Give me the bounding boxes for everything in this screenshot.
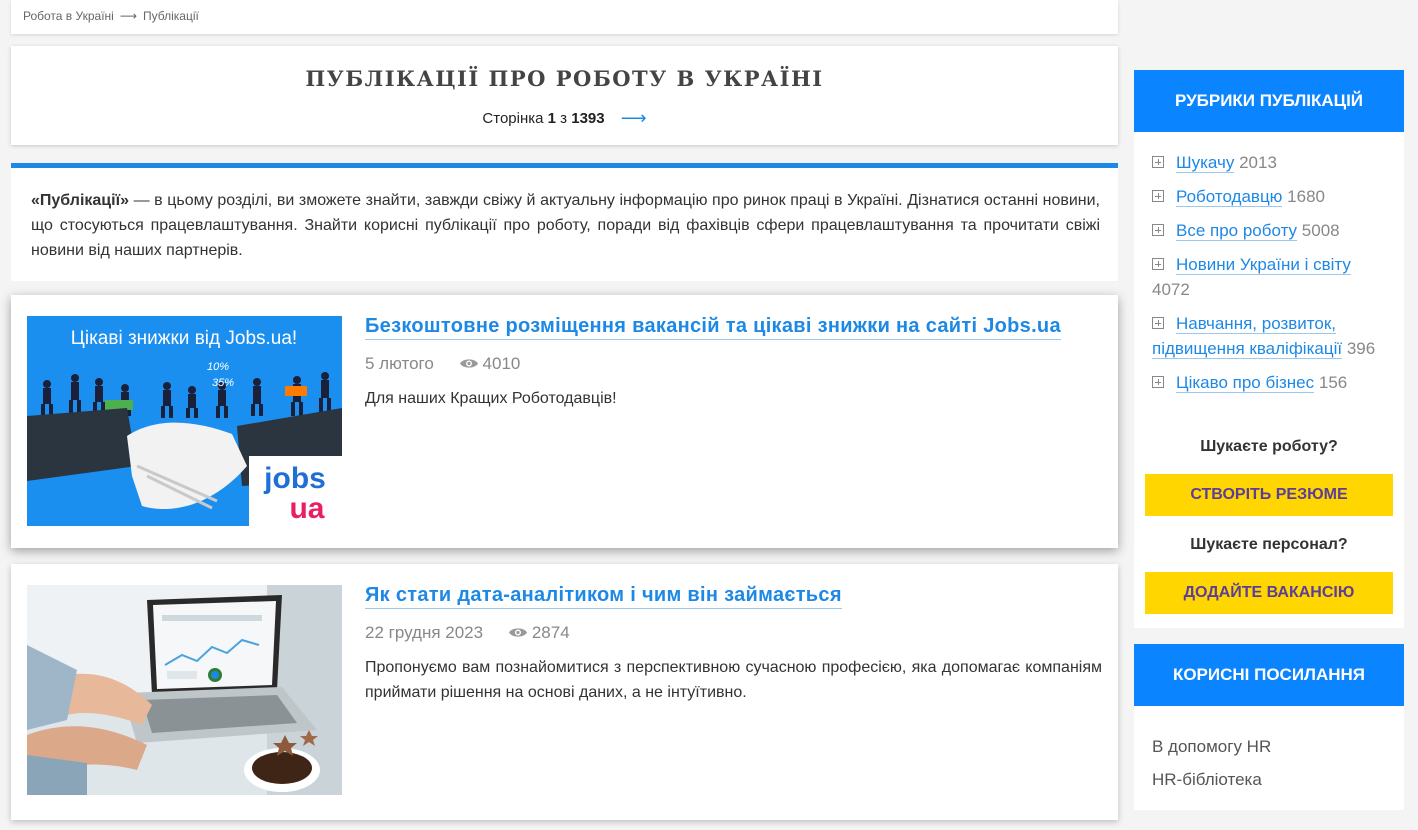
article-views-count: 4010	[482, 354, 521, 373]
rubric-count: 5008	[1301, 221, 1340, 240]
eye-icon	[508, 628, 527, 637]
page-header: ПУБЛІКАЦІЇ ПРО РОБОТУ В УКРАЇНІ Сторінка…	[11, 46, 1118, 145]
rubrics-header: РУБРИКИ ПУБЛІКАЦІЙ	[1134, 70, 1404, 132]
rubric-item: Цікаво про бізнес 156	[1152, 370, 1386, 395]
plus-square-icon[interactable]	[1152, 376, 1164, 388]
article-thumbnail[interactable]	[27, 585, 342, 795]
article-excerpt: Для наших Кращих Роботодавців!	[365, 390, 617, 407]
plus-square-icon[interactable]	[1152, 156, 1164, 168]
pager-of: з	[560, 110, 568, 127]
rubrics-list: Шукачу 2013 Роботодавцю 1680 Все про роб…	[1134, 132, 1404, 418]
article-views: 2874	[508, 623, 570, 642]
article-card: Цікаві знижки від Jobs.ua! 10% 35% jobs …	[11, 295, 1118, 548]
plus-square-icon[interactable]	[1152, 190, 1164, 202]
article-thumbnail[interactable]: Цікаві знижки від Jobs.ua! 10% 35% jobs …	[27, 316, 342, 526]
plus-square-icon[interactable]	[1152, 224, 1164, 236]
thumb-headline: Цікаві знижки від Jobs.ua!	[71, 328, 297, 349]
article-meta: 5 лютого 4010	[365, 354, 1102, 374]
links-header: КОРИСНІ ПОСИЛАННЯ	[1134, 644, 1404, 706]
article-excerpt: Пропонуємо вам познайомитися з перспекти…	[365, 659, 1102, 701]
intro-body: — в цьому розділі, ви зможете знайти, за…	[31, 192, 1100, 259]
breadcrumb: Робота в Україні ⟶ Публікації	[11, 0, 1118, 34]
add-vacancy-button[interactable]: ДОДАЙТЕ ВАКАНСІЮ	[1145, 572, 1393, 614]
breadcrumb-home-link[interactable]: Робота в Україні	[23, 9, 114, 23]
rubric-link-robotodavtsyu[interactable]: Роботодавцю	[1176, 187, 1283, 207]
create-resume-button[interactable]: СТВОРІТЬ РЕЗЮМЕ	[1145, 474, 1393, 516]
thumb-badge-35: 35%	[212, 377, 234, 389]
intro-text: «Публікації» — в цьому розділі, ви зможе…	[11, 163, 1118, 281]
rubric-count: 2013	[1239, 153, 1277, 172]
rubric-item: Все про роботу 5008	[1152, 218, 1386, 243]
main-column: Робота в Україні ⟶ Публікації ПУБЛІКАЦІЇ П…	[11, 0, 1118, 820]
pager-current-page: 1	[547, 110, 556, 127]
article-meta: 22 грудня 2023 2874	[365, 623, 1102, 643]
breadcrumb-current: Публікації	[143, 9, 199, 23]
article-body: Безкоштовне розміщення вакансій та цікав…	[365, 315, 1102, 411]
breadcrumb-separator: ⟶	[119, 9, 138, 23]
page-title: ПУБЛІКАЦІЇ ПРО РОБОТУ В УКРАЇНІ	[305, 66, 824, 91]
article-date: 5 лютого	[365, 354, 434, 373]
plus-square-icon[interactable]	[1152, 258, 1164, 270]
plus-square-icon[interactable]	[1152, 317, 1164, 329]
article-body: Як стати дата-аналітиком і чим він займа…	[365, 584, 1102, 705]
article-title-link[interactable]: Як стати дата-аналітиком і чим він займа…	[365, 584, 842, 609]
useful-links: В допомогу HR HR-бібліотека	[1134, 706, 1404, 810]
article-date: 22 грудня 2023	[365, 623, 484, 642]
cta-question-staff: Шукаєте персонал?	[1190, 536, 1348, 553]
rubric-count: 396	[1346, 339, 1376, 358]
rubric-link-biznes[interactable]: Цікаво про бізнес	[1176, 373, 1315, 393]
pager-prefix: Сторінка	[482, 110, 544, 127]
article-title-link[interactable]: Безкоштовне розміщення вакансій та цікав…	[365, 315, 1061, 340]
rubric-item: Навчання, розвиток, підвищення кваліфіка…	[1152, 311, 1386, 361]
link-hr-help[interactable]: В допомогу HR	[1152, 734, 1386, 759]
rubric-count: 4072	[1152, 280, 1190, 299]
article-views: 4010	[459, 354, 521, 373]
article-views-count: 2874	[531, 623, 570, 642]
rubric-count: 1680	[1287, 187, 1325, 206]
link-hr-library[interactable]: HR-бібліотека	[1152, 767, 1386, 792]
thumb-logo-bottom: ua	[289, 492, 324, 525]
rubric-item: Роботодавцю 1680	[1152, 184, 1386, 209]
article-card: Як стати дата-аналітиком і чим він займа…	[11, 564, 1118, 820]
pager-total-pages: 1393	[571, 110, 605, 127]
arrow-right-icon[interactable]: ⟶	[621, 108, 647, 128]
eye-icon	[459, 359, 478, 368]
pager: Сторінка 1 з 1393 ⟶	[11, 107, 1118, 128]
rubric-link-shukachu[interactable]: Шукачу	[1176, 153, 1235, 173]
cta-block: Шукаєте роботу? СТВОРІТЬ РЕЗЮМЕ Шукаєте …	[1134, 418, 1404, 628]
rubric-link-vse-pro-robotu[interactable]: Все про роботу	[1176, 221, 1298, 241]
thumb-badge-10: 10%	[207, 361, 229, 373]
intro-bold: «Публікації»	[31, 192, 129, 209]
cta-question-job: Шукаєте роботу?	[1200, 438, 1338, 455]
sidebar: РУБРИКИ ПУБЛІКАЦІЙ Шукачу 2013 Роботодав…	[1134, 70, 1404, 810]
thumb-logo-top: jobs	[263, 462, 326, 495]
rubric-item: Шукачу 2013	[1152, 150, 1386, 175]
rubric-count: 156	[1318, 373, 1348, 392]
rubric-item: Новини України і світу 4072	[1152, 252, 1386, 302]
rubric-link-navchannya[interactable]: Навчання, розвиток, підвищення кваліфіка…	[1152, 314, 1343, 359]
rubric-link-novyny[interactable]: Новини України і світу	[1176, 255, 1351, 275]
